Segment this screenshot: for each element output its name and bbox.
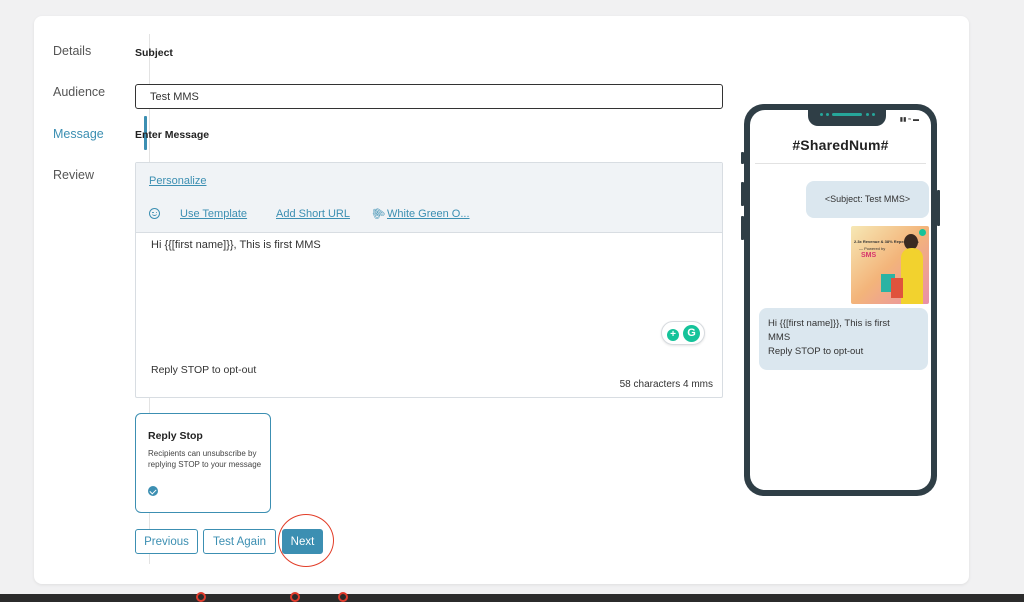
grammarly-plus-icon[interactable]: + [667,329,679,341]
mms-image: 2.3x Revenue & 38% Repeat Sales — Powere… [851,226,929,304]
os-taskbar [0,592,1024,602]
phone-status-icons: ▮▮ ≈ ▬ [899,117,919,123]
phone-preview: ▮▮ ≈ ▬ #SharedNum# <Subject: Test MMS> 2… [741,104,940,496]
message-bubble-line: Reply STOP to opt-out [768,346,864,357]
phone-screen: ▮▮ ≈ ▬ #SharedNum# <Subject: Test MMS> 2… [750,110,931,490]
grammarly-icon[interactable]: G [683,325,700,342]
check-circle-icon[interactable] [148,486,158,496]
attachment-link[interactable]: White Green O... [387,208,470,220]
phone-title: #SharedNum# [792,137,889,153]
taskbar-app-icon[interactable] [338,592,348,602]
message-editor: Personalize Use Template Add Short URL 🖇… [135,162,723,398]
emoji-icon[interactable] [149,208,160,219]
previous-button[interactable]: Previous [135,529,198,554]
reply-stop-title: Reply Stop [148,430,203,442]
step-review[interactable]: Review [53,168,94,182]
opt-out-text: Reply STOP to opt-out [151,364,257,376]
reply-stop-card[interactable]: Reply Stop Recipients can unsubscribe by… [135,413,271,513]
reply-stop-description: Recipients can unsubscribe by replying S… [148,449,262,469]
next-highlight-circle [278,514,334,567]
grammarly-badge-icon [919,229,926,236]
step-audience[interactable]: Audience [53,85,105,99]
mms-image-powered-by: — Powered by [859,246,886,251]
phone-power-button [937,190,940,226]
message-label: Enter Message [135,129,210,141]
step-message[interactable]: Message [53,127,104,141]
taskbar-app-icon[interactable] [290,592,300,602]
message-bubble-line: Hi {{[first name]}}, This is first [768,318,890,329]
message-toolbar: Personalize Use Template Add Short URL 🖇… [136,163,722,233]
phone-notch [808,110,886,126]
taskbar-app-icon[interactable] [196,592,206,602]
personalize-link[interactable]: Personalize [149,175,206,187]
campaign-card: Details Audience Message Review Subject … [34,16,969,584]
phone-mute-button [741,152,744,164]
mms-image-brand: SMS [861,252,877,259]
grammarly-widget[interactable]: + G [661,321,705,345]
message-textarea[interactable]: Hi {{[first name]}}, This is first MMS [151,239,321,251]
test-again-button[interactable]: Test Again [203,529,276,554]
message-bubble: Hi {{[first name]}}, This is first MMS R… [759,308,928,370]
phone-volume-up-button [741,182,744,206]
paperclip-icon: 🖇 [369,204,388,223]
character-count: 58 characters 4 mms [619,379,713,390]
use-template-link[interactable]: Use Template [180,208,247,220]
step-navigation: Details Audience Message Review [34,16,150,584]
add-short-url-link[interactable]: Add Short URL [276,208,350,220]
subject-bubble: <Subject: Test MMS> [806,181,929,218]
step-details[interactable]: Details [53,44,91,58]
message-bubble-line: MMS [768,332,791,343]
subject-input[interactable] [135,84,723,109]
subject-label: Subject [135,47,173,59]
phone-divider [755,163,926,164]
phone-volume-down-button [741,216,744,240]
